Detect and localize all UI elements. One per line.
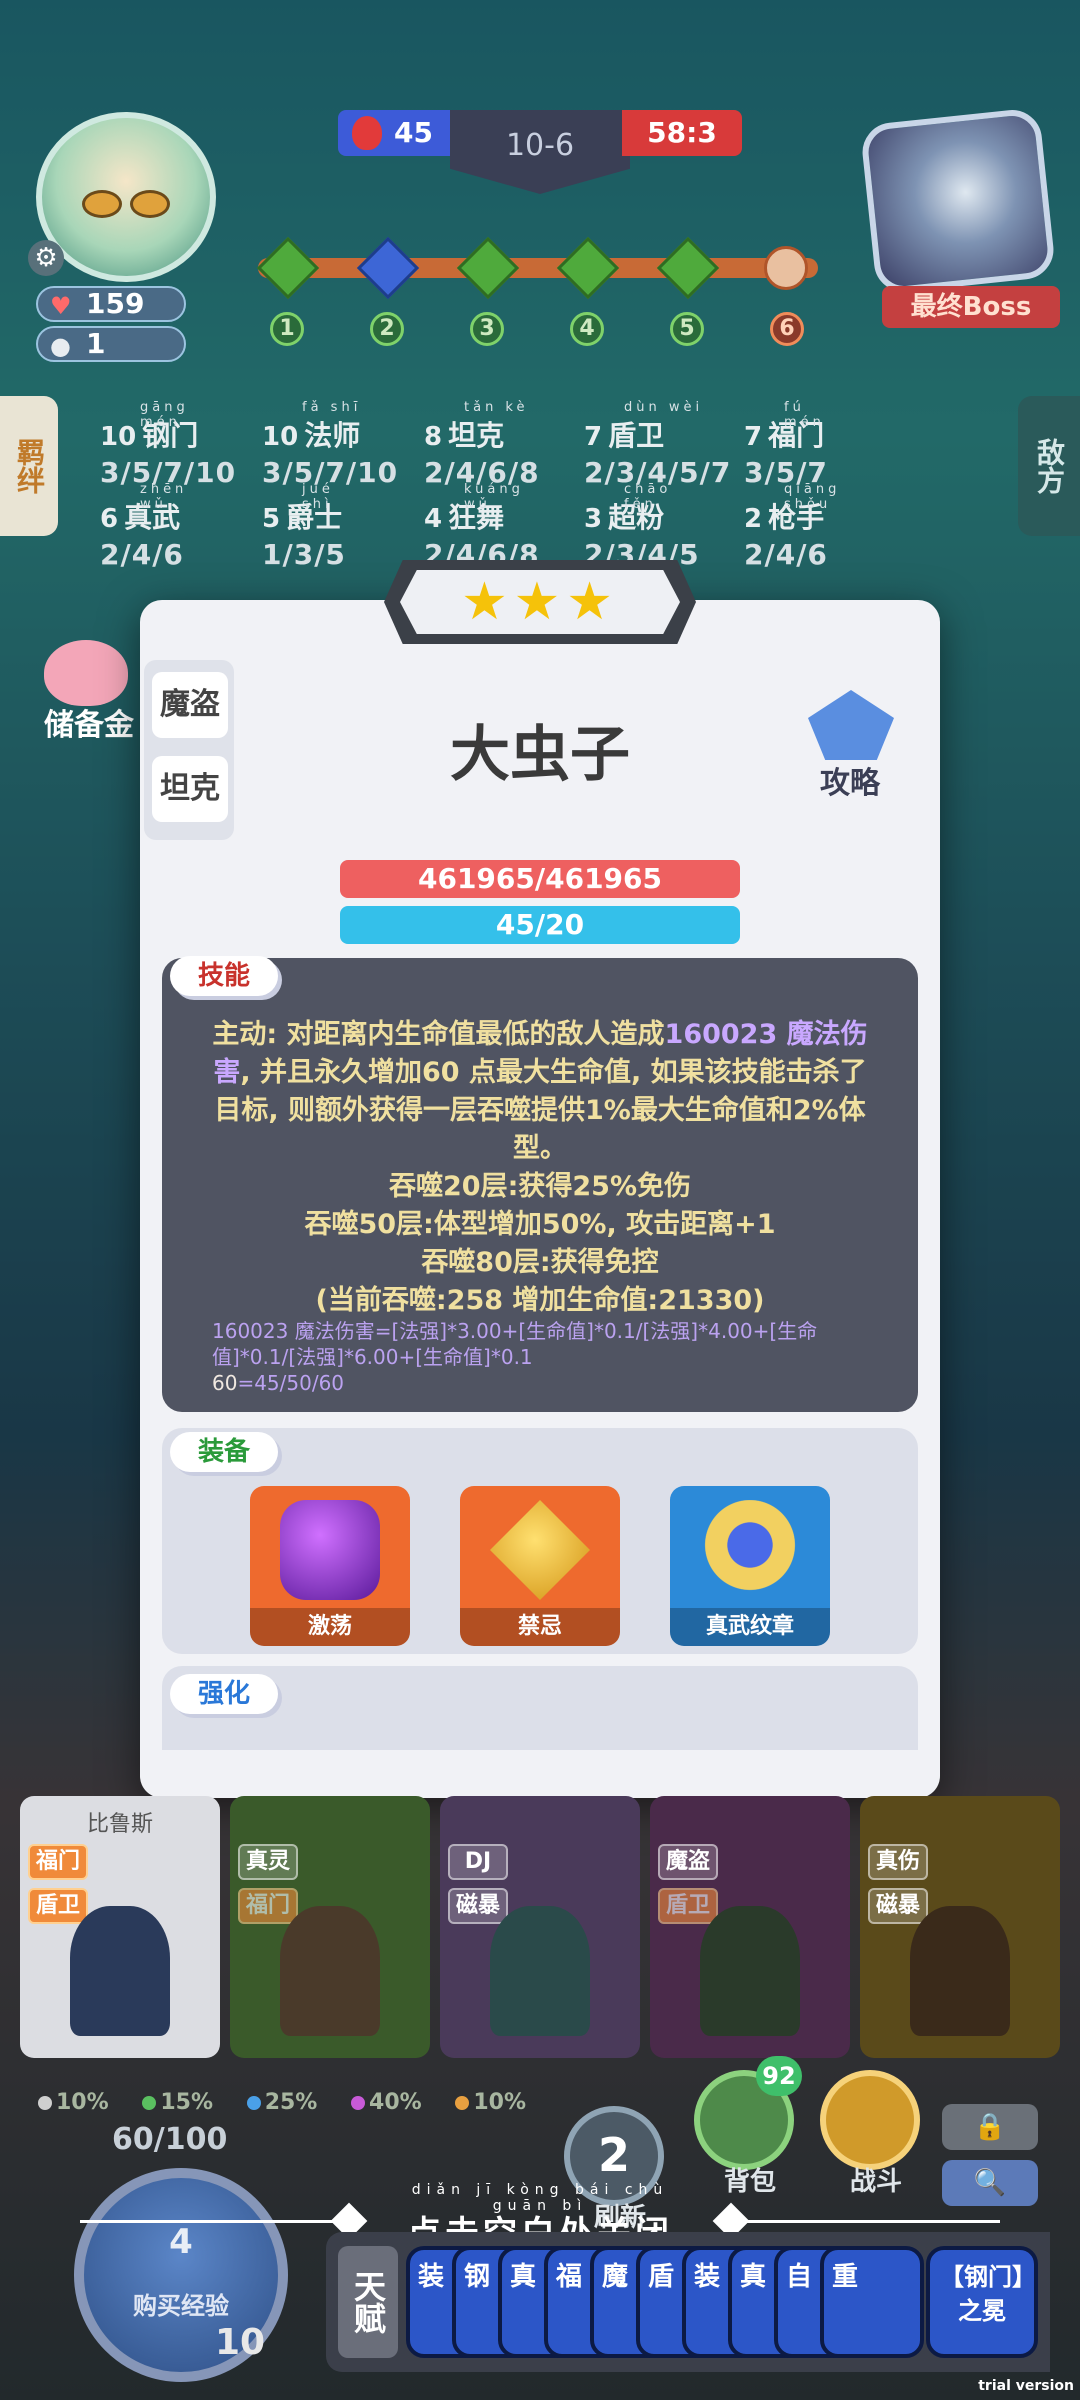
- unit-mana-bar: 45/20: [340, 906, 740, 944]
- equipment-item[interactable]: 激荡: [250, 1486, 410, 1646]
- skill-formula: 160023 魔法伤害=[法强]*3.00+[生命值]*0.1/[法强]*4.0…: [212, 1319, 818, 1395]
- round-indicator: 10-6: [450, 110, 630, 194]
- synergy-item[interactable]: fǎ shī 10 法师 3/5/7/10: [262, 400, 398, 489]
- synergy-item[interactable]: qiāng shǒu 2 枪手 2/4/6: [744, 482, 836, 571]
- synergy-item[interactable]: fú mén 7 福门 3/5/7: [744, 400, 828, 489]
- player-hp: ♥ 159: [36, 286, 186, 322]
- gold-crystal-icon: [490, 1500, 590, 1600]
- trial-version-label: trial version: [978, 2378, 1074, 2394]
- stage-number: 5: [670, 312, 704, 346]
- odds-tier: 40%: [351, 2090, 422, 2115]
- synergy-item[interactable]: jué shì 5 爵士 1/3/5: [262, 482, 346, 571]
- stage-number: 1: [270, 312, 304, 346]
- class-tabs: 魔盗 坦克: [144, 660, 234, 840]
- savings-label: 储备金: [44, 708, 134, 743]
- stage-node: [556, 236, 620, 300]
- champion-figure: [910, 1906, 1010, 2036]
- gear-icon[interactable]: ⚙: [28, 240, 64, 276]
- stage-number: 4: [570, 312, 604, 346]
- lock-icon[interactable]: 🔒: [942, 2104, 1038, 2150]
- champion-card[interactable]: 比鲁斯 福门 盾卫: [20, 1796, 220, 2058]
- unit-name: 大虫子: [450, 720, 630, 790]
- synergy-tab[interactable]: 羁绊: [0, 396, 58, 536]
- champion-figure: [700, 1906, 800, 2036]
- synergy-item[interactable]: zhēn wǔ 6 真武 2/4/6: [100, 482, 184, 571]
- player-coins: ● 1: [36, 326, 186, 362]
- shop-odds: 10% 15% 25% 40% 10%: [38, 2090, 552, 2115]
- boss-label: 最终Boss: [882, 286, 1060, 328]
- skill-panel: 技能 主动: 对距离内生命值最低的敌人造成160023 魔法伤害, 并且永久增加…: [162, 956, 918, 1412]
- buy-xp-label: 购买经验: [133, 2292, 229, 2320]
- enemy-tab[interactable]: 敌方: [1018, 396, 1080, 536]
- skill-description: 主动: 对距离内生命值最低的敌人造成160023 魔法伤害, 并且永久增加60 …: [212, 1019, 868, 1316]
- player-level: 10: [214, 2322, 266, 2363]
- champion-card[interactable]: 真灵 福门: [230, 1796, 430, 2058]
- enhance-panel: 强化: [162, 1666, 918, 1750]
- equipment-tag: 装备: [170, 1432, 278, 1472]
- talent-card[interactable]: 重: [820, 2246, 924, 2358]
- xp-progress: 60/100: [112, 2122, 228, 2157]
- enhance-tag: 强化: [170, 1674, 278, 1714]
- guide-button[interactable]: 攻略: [800, 758, 900, 802]
- champion-shop: 比鲁斯 福门 盾卫 真灵 福门 DJ 磁暴 魔盗 盾卫 真伤 磁暴: [20, 1796, 1060, 2058]
- emblem-icon: [700, 1500, 800, 1600]
- stage-number: 2: [370, 312, 404, 346]
- odds-tier: 25%: [246, 2090, 317, 2115]
- talent-label: 天赋: [338, 2246, 398, 2358]
- odds-tier: 15%: [142, 2090, 213, 2115]
- score-bar: 45 10-6 58:3: [338, 110, 742, 194]
- synergy-item[interactable]: dùn wèi 7 盾卫 2/3/4/5/7: [584, 400, 731, 489]
- equipment-item[interactable]: 真武纹章: [670, 1486, 830, 1646]
- piggy-bank-icon[interactable]: [44, 640, 128, 706]
- enemy-score: 58:3: [622, 110, 742, 156]
- talent-bar: 天赋 装 钢 真 福 魔 盾 装 真 自 重 【钢门】之冕: [326, 2232, 1050, 2372]
- stage-number: 6: [770, 312, 804, 346]
- bag-count-badge: 92: [756, 2056, 802, 2096]
- star-icons: ★★★: [400, 570, 680, 634]
- star-rank-banner: ★★★: [384, 560, 696, 644]
- synergy-item[interactable]: kuáng wǔ 4 狂舞 2/4/6/8: [424, 482, 540, 571]
- purple-gem-icon: [280, 1500, 380, 1600]
- stage-node: [456, 236, 520, 300]
- stage-node-current: [356, 236, 420, 300]
- equipment-panel: 装备 激荡 禁忌 真武纹章: [162, 1428, 918, 1654]
- player-score: 45: [338, 110, 458, 156]
- champion-figure: [280, 1906, 380, 2036]
- skill-tag: 技能: [170, 956, 278, 996]
- synergy-item[interactable]: chāo fěn 3 超粉 2/3/4/5: [584, 482, 700, 571]
- stage-number: 3: [470, 312, 504, 346]
- coin-icon: ●: [50, 332, 71, 360]
- heart-icon: ♥: [50, 292, 72, 320]
- fight-button[interactable]: 战斗: [820, 2070, 920, 2197]
- equipment-item[interactable]: 禁忌: [460, 1486, 620, 1646]
- talent-card[interactable]: 【钢门】之冕: [926, 2246, 1038, 2358]
- champion-figure: [490, 1906, 590, 2036]
- champion-card[interactable]: 真伤 磁暴: [860, 1796, 1060, 2058]
- class-tab[interactable]: 坦克: [152, 756, 228, 822]
- odds-tier: 10%: [455, 2090, 526, 2115]
- champion-figure: [70, 1906, 170, 2036]
- stage-track: [258, 258, 818, 278]
- stage-node: [656, 236, 720, 300]
- stage-node: [256, 236, 320, 300]
- champion-card[interactable]: DJ 磁暴: [440, 1796, 640, 2058]
- champion-card[interactable]: 魔盗 盾卫: [650, 1796, 850, 2058]
- class-tab[interactable]: 魔盗: [152, 672, 228, 738]
- unit-hp-bar: 461965/461965: [340, 860, 740, 898]
- synergy-item[interactable]: gāng mén 10 钢门 3/5/7/10: [100, 400, 236, 489]
- boss-avatar[interactable]: [859, 107, 1057, 295]
- flame-icon: [352, 116, 382, 150]
- odds-tier: 10%: [38, 2090, 109, 2115]
- synergy-item[interactable]: tǎn kè 8 坦克 2/4/6/8: [424, 400, 540, 489]
- avatar-glasses: [82, 190, 182, 218]
- stage-node-boss: [764, 246, 808, 290]
